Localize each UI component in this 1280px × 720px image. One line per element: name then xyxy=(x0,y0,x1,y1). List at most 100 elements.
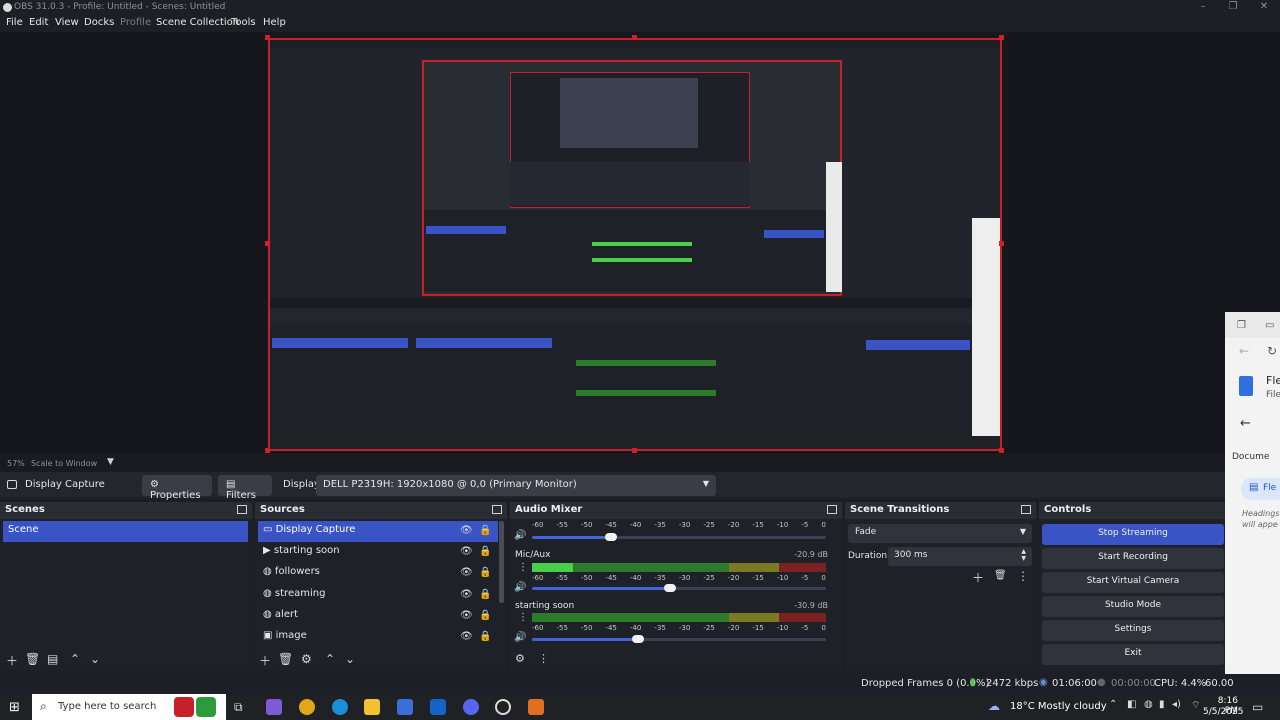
exit-button[interactable]: Exit xyxy=(1042,644,1224,665)
studio-mode-button[interactable]: Studio Mode xyxy=(1042,596,1224,617)
kebab-menu-icon[interactable]: ⋮ xyxy=(518,562,528,573)
resize-handle[interactable] xyxy=(999,448,1004,453)
trash-icon[interactable]: 🗑 xyxy=(994,570,1007,581)
tabs-icon[interactable]: ❐ xyxy=(1237,320,1246,331)
resize-handle[interactable] xyxy=(632,35,637,40)
minimize-icon[interactable]: – xyxy=(1193,1,1213,12)
store-icon[interactable] xyxy=(397,699,413,715)
arrow-up-icon[interactable]: ⌃ xyxy=(70,652,80,666)
kebab-menu-icon[interactable]: ⋮ xyxy=(1017,569,1029,583)
kebab-menu-icon[interactable]: ⋮ xyxy=(538,652,549,665)
eye-icon[interactable]: 👁 xyxy=(460,610,473,621)
gear-icon[interactable]: ⚙ xyxy=(515,652,525,665)
resize-handle[interactable] xyxy=(265,448,270,453)
trash-icon[interactable]: 🗑 xyxy=(25,652,40,666)
transition-select[interactable]: Fade ▼ xyxy=(848,524,1032,543)
volume-slider[interactable] xyxy=(532,584,826,592)
weather-text[interactable]: 18°C Mostly cloudy xyxy=(1010,701,1107,712)
lock-icon[interactable]: 🔒 xyxy=(479,589,491,600)
menu-scene-collection[interactable]: Scene Collection xyxy=(156,17,239,28)
arrow-down-icon[interactable]: ⌄ xyxy=(90,652,100,666)
menu-tools[interactable]: Tools xyxy=(231,17,256,28)
spinner-icon[interactable]: ▲ ▼ xyxy=(1021,548,1026,562)
settings-button[interactable]: Settings xyxy=(1042,620,1224,641)
outlook-icon[interactable] xyxy=(430,699,446,715)
chevron-down-icon[interactable]: ▼ xyxy=(107,457,114,467)
windows-start-icon[interactable]: ⊞ xyxy=(9,700,20,715)
trash-icon[interactable]: 🗑 xyxy=(278,652,293,666)
menu-profile[interactable]: Profile xyxy=(120,17,151,28)
chevron-up-icon[interactable]: ⌃ xyxy=(1109,699,1117,710)
display-select[interactable]: DELL P2319H: 1920x1080 @ 0,0 (Primary Mo… xyxy=(316,475,716,496)
preview-canvas[interactable] xyxy=(268,38,1002,451)
preview-area[interactable] xyxy=(0,32,1280,454)
arrow-down-icon[interactable]: ⌄ xyxy=(345,652,355,666)
usb-icon[interactable]: ▮ xyxy=(1159,699,1165,710)
kebab-menu-icon[interactable]: ⋮ xyxy=(518,612,528,623)
eye-icon[interactable]: 👁 xyxy=(460,631,473,642)
duration-input[interactable]: 300 ms ▲ ▼ xyxy=(888,547,1032,566)
resize-handle[interactable] xyxy=(999,35,1004,40)
volume-slider[interactable] xyxy=(532,533,826,541)
file-explorer-icon[interactable] xyxy=(364,699,380,715)
menu-view[interactable]: View xyxy=(55,17,79,28)
properties-button[interactable]: ⚙ Properties xyxy=(142,475,212,501)
window-icon[interactable]: ▭ xyxy=(1265,320,1274,331)
menu-file[interactable]: File xyxy=(6,17,23,28)
maximize-icon[interactable]: ❐ xyxy=(1223,1,1243,12)
add-icon[interactable]: ＋ xyxy=(6,652,18,669)
arrow-left-icon[interactable]: ← xyxy=(1240,416,1251,431)
eye-icon[interactable]: 👁 xyxy=(460,589,473,600)
resize-handle[interactable] xyxy=(265,241,270,246)
speaker-icon[interactable]: ◂) xyxy=(1172,699,1181,710)
chrome-icon[interactable] xyxy=(299,699,315,715)
undock-icon[interactable] xyxy=(492,505,502,514)
lock-icon[interactable]: 🔒 xyxy=(479,525,491,536)
overlapping-window[interactable]: ❐ ▭ ← ↻ Fle File ← Docume ▤ Fle Headings… xyxy=(1225,312,1280,674)
app-icon[interactable] xyxy=(528,699,544,715)
start-virtual-camera-button[interactable]: Start Virtual Camera xyxy=(1042,572,1224,593)
scene-item[interactable]: Scene xyxy=(3,521,249,542)
lock-icon[interactable]: 🔒 xyxy=(479,631,491,642)
menu-docks[interactable]: Docks xyxy=(84,17,114,28)
refresh-icon[interactable]: ↻ xyxy=(1267,344,1277,358)
copilot-icon[interactable] xyxy=(266,699,282,715)
start-recording-button[interactable]: Start Recording xyxy=(1042,548,1224,569)
add-icon[interactable]: ＋ xyxy=(259,652,271,669)
lock-icon[interactable]: 🔒 xyxy=(479,567,491,578)
obs-icon[interactable] xyxy=(495,699,511,715)
task-view-icon[interactable]: ⧉ xyxy=(234,700,243,715)
eye-icon[interactable]: 👁 xyxy=(460,567,473,578)
network-icon[interactable]: ◍ xyxy=(1144,699,1153,710)
close-icon[interactable]: ✕ xyxy=(1254,1,1274,12)
lock-icon[interactable]: 🔒 xyxy=(479,546,491,557)
clock-date[interactable]: 5/5/2025 xyxy=(1203,707,1243,717)
resize-handle[interactable] xyxy=(632,448,637,453)
filter-icon[interactable]: ▤ xyxy=(47,652,58,666)
undock-icon[interactable] xyxy=(1021,505,1031,514)
resize-handle[interactable] xyxy=(999,241,1004,246)
menu-help[interactable]: Help xyxy=(263,17,286,28)
edge-icon[interactable] xyxy=(332,699,348,715)
scrollbar[interactable] xyxy=(499,521,504,603)
eye-icon[interactable]: 👁 xyxy=(460,546,473,557)
notification-icon[interactable]: ▭ xyxy=(1252,700,1263,714)
speaker-icon[interactable]: 🔊 xyxy=(514,582,526,593)
outline-item[interactable]: ▤ Fle xyxy=(1241,478,1280,500)
lock-icon[interactable]: 🔒 xyxy=(479,610,491,621)
tray-icon[interactable]: ◧ xyxy=(1127,699,1136,710)
zoom-mode[interactable]: Scale to Window xyxy=(31,459,97,468)
gear-icon[interactable]: ⚙ xyxy=(301,652,312,666)
resize-handle[interactable] xyxy=(265,35,270,40)
menu-edit[interactable]: Edit xyxy=(29,17,48,28)
speaker-icon[interactable]: 🔊 xyxy=(514,632,526,643)
add-icon[interactable]: ＋ xyxy=(972,569,984,586)
volume-slider[interactable] xyxy=(532,635,826,643)
back-icon[interactable]: ← xyxy=(1239,344,1249,358)
undock-icon[interactable] xyxy=(827,505,837,514)
discord-icon[interactable] xyxy=(463,699,479,715)
wifi-icon[interactable]: ⌔ xyxy=(1191,699,1200,712)
eye-icon[interactable]: 👁 xyxy=(460,525,473,536)
filters-button[interactable]: ▤ Filters xyxy=(218,475,272,501)
taskbar-search[interactable]: ⌕ Type here to search xyxy=(32,694,226,720)
